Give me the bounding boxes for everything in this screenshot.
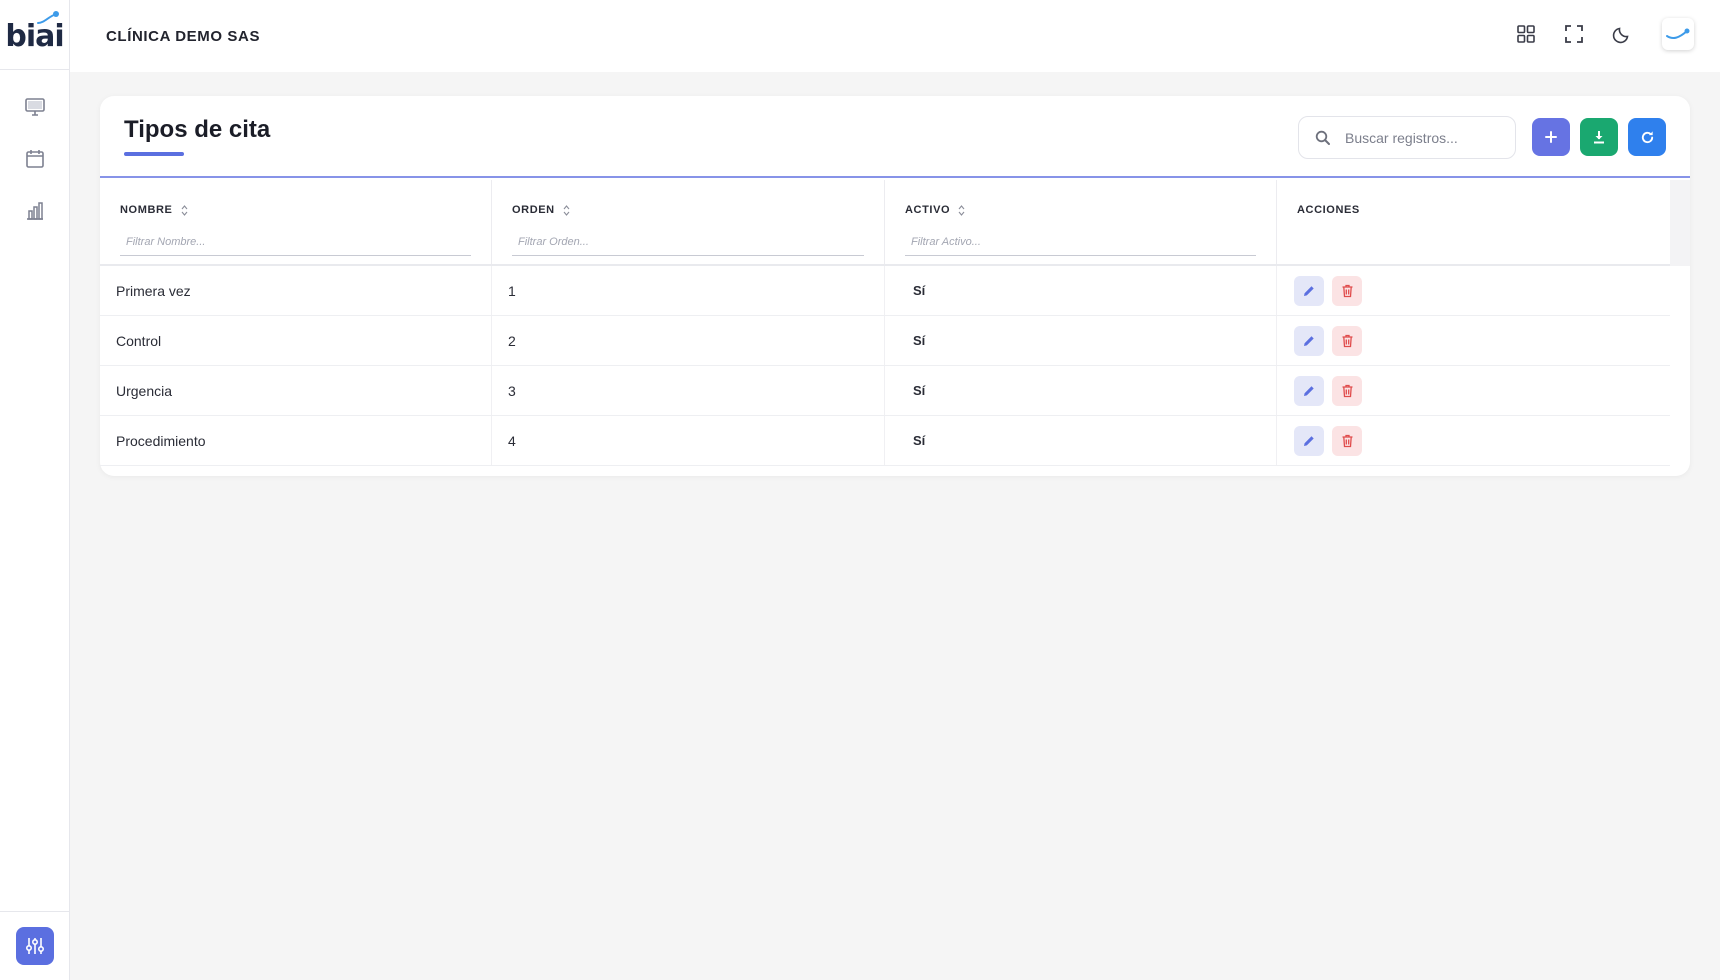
pencil-icon — [1304, 335, 1314, 346]
pencil-icon — [1304, 385, 1314, 396]
sort-icon[interactable] — [958, 204, 965, 216]
cell-activo: Sí — [885, 416, 1277, 465]
refresh-icon — [1641, 130, 1653, 143]
card-header: Tipos de cita — [100, 96, 1690, 178]
delete-button[interactable] — [1332, 325, 1362, 356]
table-row: Procedimiento 4 Sí — [100, 416, 1670, 466]
delete-button[interactable] — [1332, 425, 1362, 456]
appointment-types-card: Tipos de cita Buscar registros... NOMBRE… — [100, 96, 1690, 476]
delete-button[interactable] — [1332, 375, 1362, 406]
sidebar: biai — [0, 0, 70, 980]
logo-mark-icon — [37, 11, 59, 24]
sidebar-nav — [0, 70, 69, 228]
table-row: Urgencia 3 Sí — [100, 366, 1670, 416]
column-acciones: ACCIONES — [1277, 180, 1670, 264]
plus-icon — [1545, 131, 1557, 143]
filter-orden-input[interactable] — [512, 228, 864, 256]
delete-button[interactable] — [1332, 275, 1362, 306]
sidebar-item-calendar[interactable] — [18, 142, 52, 176]
cell-nombre: Procedimiento — [100, 416, 492, 465]
bar-chart-icon — [26, 202, 43, 220]
table-row: Primera vez 1 Sí — [100, 266, 1670, 316]
edit-button[interactable] — [1294, 325, 1324, 356]
column-label: ORDEN — [512, 204, 555, 216]
filter-nombre-input[interactable] — [120, 228, 471, 256]
company-name: CLÍNICA DEMO SAS — [106, 27, 261, 45]
refresh-button[interactable] — [1628, 118, 1666, 156]
cell-nombre: Primera vez — [100, 266, 492, 315]
settings-button[interactable] — [16, 927, 54, 965]
cell-acciones — [1277, 416, 1670, 465]
cell-acciones — [1277, 266, 1670, 315]
sort-icon[interactable] — [181, 204, 188, 216]
monitor-icon — [24, 98, 45, 116]
cell-orden: 3 — [492, 366, 885, 415]
theme-toggle-button[interactable] — [1610, 22, 1634, 46]
column-label: NOMBRE — [120, 204, 173, 216]
edit-button[interactable] — [1294, 375, 1324, 406]
trash-icon — [1342, 334, 1352, 347]
sliders-icon — [25, 938, 45, 954]
calendar-icon — [25, 150, 44, 168]
column-label: ACTIVO — [905, 204, 951, 216]
search-input[interactable] — [1345, 129, 1495, 146]
avatar[interactable] — [1662, 18, 1694, 50]
trash-icon — [1342, 384, 1352, 397]
cell-orden: 2 — [492, 316, 885, 365]
logo-mark-icon — [1666, 28, 1690, 40]
table-row: Control 2 Sí — [100, 316, 1670, 366]
data-table: NOMBRE ORDEN ACTIVO — [100, 180, 1670, 466]
cell-activo: Sí — [885, 266, 1277, 315]
cell-acciones — [1277, 366, 1670, 415]
pencil-icon — [1304, 435, 1314, 446]
edit-button[interactable] — [1294, 425, 1324, 456]
pencil-icon — [1304, 285, 1314, 296]
page-title: Tipos de cita — [124, 116, 271, 143]
column-label: ACCIONES — [1297, 204, 1360, 216]
topbar: CLÍNICA DEMO SAS — [70, 0, 1720, 72]
fullscreen-icon — [1565, 25, 1583, 43]
cell-nombre: Urgencia — [100, 366, 492, 415]
edit-button[interactable] — [1294, 275, 1324, 306]
sort-icon[interactable] — [563, 204, 570, 216]
topbar-actions — [1514, 18, 1694, 50]
cell-orden: 1 — [492, 266, 885, 315]
trash-icon — [1342, 284, 1352, 297]
fullscreen-button[interactable] — [1562, 22, 1586, 46]
download-button[interactable] — [1580, 118, 1618, 156]
sidebar-item-dashboard[interactable] — [18, 90, 52, 124]
filter-activo-input[interactable] — [905, 228, 1256, 256]
logo[interactable]: biai — [0, 0, 69, 70]
column-activo: ACTIVO — [885, 180, 1277, 264]
sidebar-footer — [0, 911, 70, 980]
table-scrollbar[interactable] — [1670, 180, 1690, 266]
sidebar-item-reports[interactable] — [18, 194, 52, 228]
cell-activo: Sí — [885, 366, 1277, 415]
download-icon — [1594, 131, 1604, 144]
cell-activo: Sí — [885, 316, 1277, 365]
cell-orden: 4 — [492, 416, 885, 465]
grid-icon — [1517, 25, 1535, 43]
trash-icon — [1342, 434, 1352, 447]
cell-acciones — [1277, 316, 1670, 365]
search-icon — [1315, 130, 1330, 145]
apps-button[interactable] — [1514, 22, 1538, 46]
cell-nombre: Control — [100, 316, 492, 365]
title-underline — [124, 152, 184, 156]
column-nombre: NOMBRE — [100, 180, 492, 264]
add-button[interactable] — [1532, 118, 1570, 156]
search-box[interactable] — [1298, 116, 1516, 159]
table-header: NOMBRE ORDEN ACTIVO — [100, 180, 1670, 266]
column-orden: ORDEN — [492, 180, 885, 264]
moon-icon — [1612, 27, 1629, 44]
